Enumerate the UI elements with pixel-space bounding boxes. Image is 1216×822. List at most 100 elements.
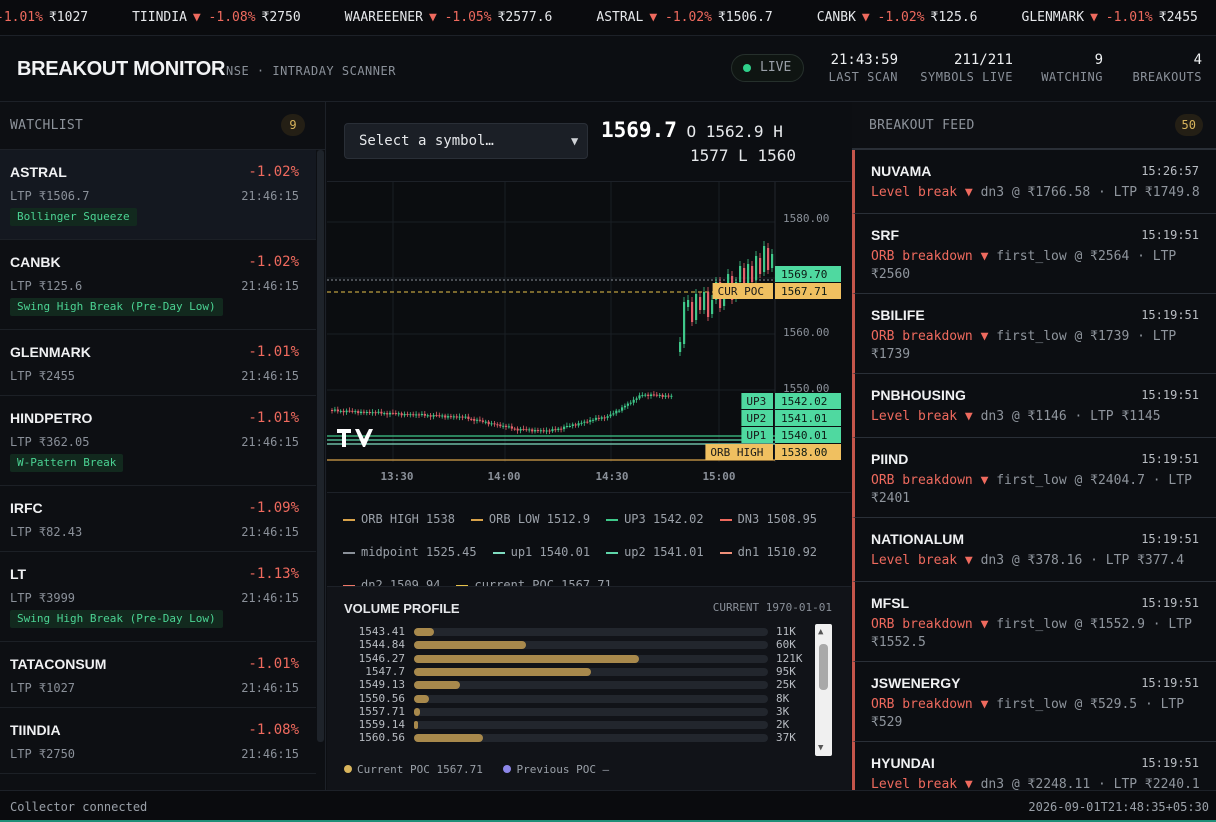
feed-item[interactable]: JSWENERGY 15:19:51 ORB breakdown ▼ first_l… (852, 662, 1216, 742)
candle-body (592, 419, 595, 421)
feed-item[interactable]: NATIONALUM 15:19:51 Level break ▼ dn3 @ ₹3… (852, 518, 1216, 582)
watchlist-item[interactable]: GLENMARK -1.01% LTP ₹2455 21:46:15 (0, 330, 316, 396)
watchlist-symbol: TATACONSUM (10, 656, 107, 672)
candle-body (331, 410, 334, 411)
ticker-item[interactable]: CANBK ▼ -1.02% ₹125.6 (817, 0, 978, 35)
low-value: 1560 (757, 146, 796, 165)
feed-item[interactable]: NUVAMA 15:26:57 Level break ▼ dn3 @ ₹1766.… (852, 150, 1216, 214)
watchlist-item[interactable]: TIINDIA -1.08% LTP ₹2750 21:46:15 (0, 708, 316, 774)
stat-label: LAST SCAN (828, 70, 898, 84)
ticker-item[interactable]: TIINDIA ▼ -1.08% ₹2750 (132, 0, 301, 35)
scrollbar-thumb[interactable] (819, 644, 828, 690)
candle-body (478, 419, 482, 421)
candle-body (510, 426, 513, 429)
feed-time: 15:19:51 (1141, 228, 1199, 242)
volume-value: 25K (776, 678, 796, 692)
feed-description: Level break ▼ dn3 @ ₹378.16 · LTP ₹377.4 (871, 552, 1201, 570)
legend-item: UP3 1542.02 (606, 512, 704, 526)
feed-item[interactable]: HYUNDAI 15:19:51 Level break ▼ dn3 @ ₹2248… (852, 742, 1216, 790)
volume-track (414, 654, 768, 663)
watchlist-item[interactable]: IRFC -1.09% LTP ₹82.43 21:46:15 (0, 486, 316, 552)
candle-body (606, 416, 609, 418)
legend-label: DN3 1508.95 (737, 512, 818, 526)
feed-item[interactable]: PIIND 15:19:51 ORB breakdown ▼ first_low @… (852, 438, 1216, 518)
volume-track (414, 694, 768, 703)
candle-body (502, 425, 505, 427)
chevron-down-icon: ▼ (571, 134, 579, 148)
candle-body (487, 421, 490, 425)
price-tag-value: 1569.70 (781, 268, 827, 281)
scroll-down-icon[interactable]: ▼ (818, 743, 823, 753)
watchlist-header: WATCHLIST 9 (0, 102, 325, 150)
candle-body (626, 403, 629, 406)
scroll-up-icon[interactable]: ▲ (818, 627, 823, 637)
volume-price: 1547.7 (365, 664, 405, 678)
feed-item[interactable]: SBILIFE 15:19:51 ORB breakdown ▼ first_low… (852, 294, 1216, 374)
candle-body (739, 266, 742, 282)
open-label: O (686, 122, 706, 141)
candle-body (455, 416, 458, 418)
volume-row: 1549.13 25K (327, 678, 807, 692)
feed-item[interactable]: SRF 15:19:51 ORB breakdown ▼ first_low @ ₹… (852, 214, 1216, 294)
watchlist-item[interactable]: TATACONSUM -1.01% LTP ₹1027 21:46:15 (0, 642, 316, 708)
volume-value: 3K (776, 704, 790, 718)
feed-kind: ORB breakdown ▼ (871, 473, 989, 488)
connection-status: Collector connected (10, 800, 148, 814)
watchlist-title: WATCHLIST (10, 118, 84, 133)
candle-body (354, 411, 357, 413)
volume-value: 2K (776, 718, 790, 732)
watchlist-item[interactable]: LT -1.13% LTP ₹3999 21:46:15 Swing High Brea… (0, 552, 316, 642)
watchlist-scrollbar[interactable] (317, 150, 324, 742)
ticker-item[interactable]: -1.01% ₹1027 (0, 0, 88, 35)
candle-body (447, 416, 450, 418)
live-indicator[interactable]: LIVE (731, 54, 804, 82)
watchlist-time: 21:46:15 (241, 435, 299, 449)
candle-body (534, 430, 537, 432)
watchlist-item[interactable]: ASTRAL -1.02% LTP ₹1506.7 21:46:15 Bollinger… (0, 150, 316, 240)
price-tag-label: UP1 (746, 429, 766, 442)
candle-body (409, 414, 412, 416)
last-price: 1569.7 (601, 118, 677, 142)
feed-time: 15:19:51 (1141, 676, 1199, 690)
candle-body (707, 292, 710, 317)
candle-body (493, 423, 496, 425)
feed-item[interactable]: PNBHOUSING 15:19:51 Level break ▼ dn3 @ ₹1… (852, 374, 1216, 438)
candle-body (771, 254, 774, 268)
volume-value: 95K (776, 664, 796, 678)
legend-label: UP3 1542.02 (624, 512, 704, 526)
feed-item[interactable]: MFSL 15:19:51 ORB breakdown ▼ first_low @ … (852, 582, 1216, 662)
candle-body (429, 415, 432, 417)
volume-price: 1560.56 (358, 731, 405, 745)
ticker-price: ₹1506.7 (717, 10, 773, 25)
volume-bar (414, 654, 639, 663)
symbol-select[interactable]: Select a symbol… (344, 123, 588, 159)
watchlist-item[interactable]: CANBK -1.02% LTP ₹125.6 21:46:15 Swing High … (0, 240, 316, 330)
candle-body (638, 395, 641, 399)
ticker-item[interactable]: WAAREEENER ▼ -1.05% ₹2577.6 (345, 0, 553, 35)
candle-body (362, 411, 366, 413)
candle-body (368, 411, 371, 414)
volume-row: 1550.56 8K (327, 692, 807, 706)
candle-body (563, 426, 566, 430)
candle-body (525, 429, 528, 431)
price-chart[interactable]: 1580.001560.001550.0013:30 14:00 14:30 15:0… (327, 181, 851, 493)
stat-breakouts: 4 BREAKOUTS (1132, 52, 1202, 84)
ticker-item[interactable]: GLENMARK ▼ -1.01% ₹2455 (1022, 0, 1198, 35)
candle-body (496, 424, 499, 426)
volume-profile-scrollbar[interactable]: ▲ ▼ (815, 624, 832, 756)
feed-symbol: JSWENERGY (871, 675, 961, 691)
watchlist-item[interactable]: HINDPETRO -1.01% LTP ₹362.05 21:46:15 W-Patt… (0, 396, 316, 486)
candle-body (539, 430, 542, 432)
feed-time: 15:19:51 (1141, 452, 1199, 466)
candle-body (513, 428, 516, 430)
volume-bar (414, 641, 526, 650)
candle-body (635, 398, 638, 400)
feed-count-badge: 50 (1174, 114, 1203, 136)
candle-body (644, 394, 647, 396)
watchlist-symbol: GLENMARK (10, 344, 91, 360)
ticker-item[interactable]: ASTRAL ▼ -1.02% ₹1506.7 (596, 0, 773, 35)
candle-body (751, 266, 754, 282)
feed-symbol: NUVAMA (871, 163, 932, 179)
candle-body (357, 411, 360, 414)
candle-body (664, 395, 667, 397)
